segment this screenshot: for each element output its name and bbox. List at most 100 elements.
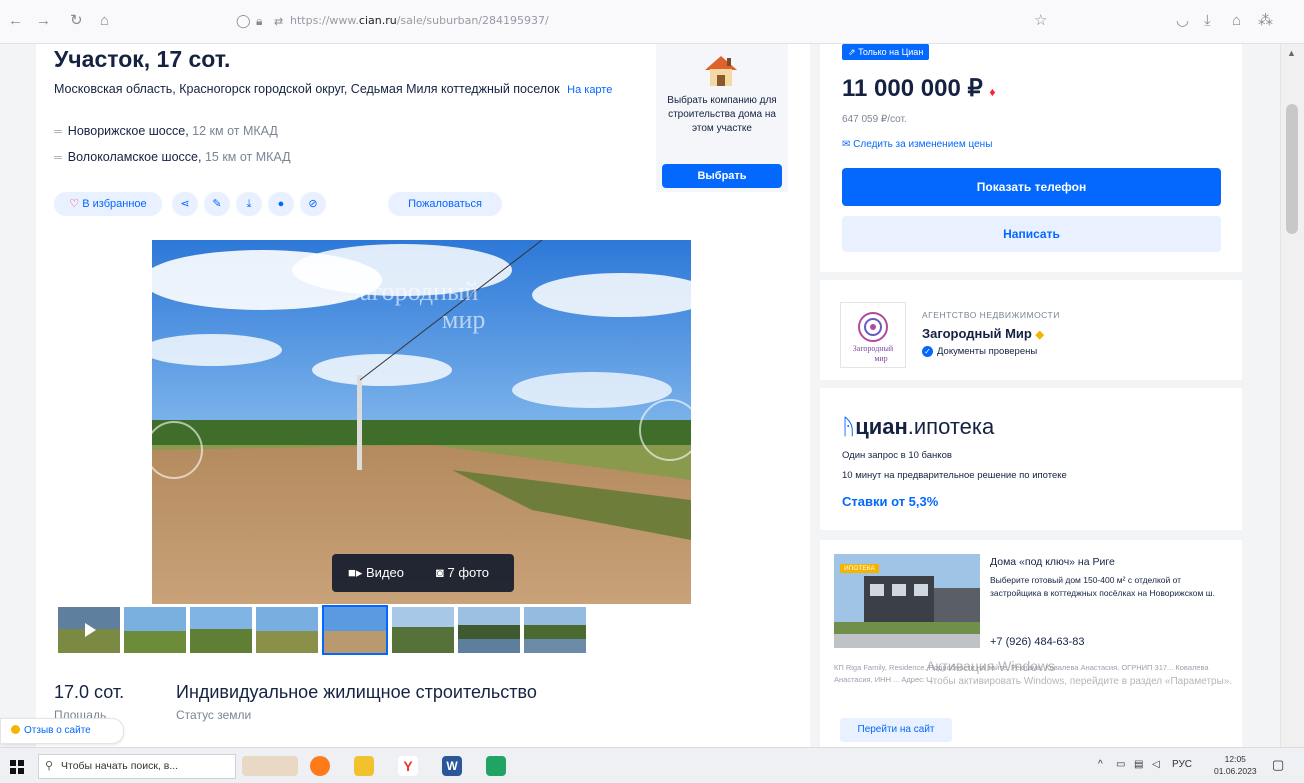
cian-person-icon: ᚤ: [842, 414, 856, 439]
sidebar: ⇗ Только на Циан 11 000 000 ₽ ♦ 647 059 …: [820, 44, 1242, 747]
thumbnail[interactable]: [256, 607, 318, 653]
excel-icon[interactable]: [486, 756, 506, 776]
share-icon: ⋖: [180, 198, 190, 210]
thumbnail-active[interactable]: [322, 605, 388, 655]
thumbnail[interactable]: [124, 607, 186, 653]
feedback-icon: [11, 725, 20, 734]
address-bar[interactable]: ◯ 🔒︎ ⇄ https://www.cian.ru/sale/suburban…: [228, 8, 1058, 36]
menu-icon[interactable]: ⁂: [1258, 12, 1273, 30]
browser-toolbar: ← → ↻ ⌂ ◯ 🔒︎ ⇄ https://www.cian.ru/sale/…: [0, 0, 1304, 44]
thumbnail[interactable]: [58, 607, 120, 653]
lock-icon[interactable]: 🔒︎: [256, 12, 262, 30]
mail-icon: ✉: [842, 139, 851, 150]
ad-card: ИПОТЕКА Дома «под ключ» на Риге Выберите…: [820, 540, 1242, 747]
agency-name[interactable]: Загородный Мир ◆: [922, 326, 1044, 341]
watch-price-link[interactable]: ✉ Следить за изменением цены: [842, 139, 992, 150]
url-text[interactable]: https://www.cian.ru/sale/suburban/284195…: [290, 14, 549, 27]
page-scrollbar[interactable]: ▲: [1280, 44, 1304, 747]
print-icon: ●: [277, 198, 285, 210]
highway-item: ═ Новорижское шоссе, 12 км от МКАД: [54, 124, 278, 138]
language-indicator[interactable]: РУС: [1172, 759, 1192, 770]
write-button[interactable]: Написать: [842, 216, 1221, 252]
map-link[interactable]: На карте: [567, 84, 612, 96]
price-down-icon[interactable]: ♦: [989, 85, 995, 99]
pencil-icon: ✎: [212, 198, 222, 210]
clock[interactable]: 12:05 01.06.2023: [1214, 753, 1257, 777]
highway-icon: ═: [54, 126, 62, 138]
media-bar: ■▸ Видео ◙ 7 фото: [332, 554, 514, 592]
agency-logo[interactable]: Загородный мир: [840, 302, 906, 368]
windows-start-icon[interactable]: [10, 760, 24, 774]
area-value: 17.0 сот.: [54, 682, 125, 702]
edit-button[interactable]: ✎: [204, 192, 230, 216]
ipoteka-card[interactable]: ᚤциан.ипотека Один запрос в 10 банков 10…: [820, 388, 1242, 530]
builder-promo: Выбрать компанию для строительства дома …: [656, 44, 788, 192]
choose-builder-button[interactable]: Выбрать: [662, 164, 782, 188]
reload-icon[interactable]: ↻: [70, 12, 83, 30]
ipoteka-line2: 10 минут на предварительное решение по и…: [842, 470, 1067, 481]
tray-volume-icon[interactable]: ◁: [1152, 759, 1160, 770]
share-button[interactable]: ⋖: [172, 192, 198, 216]
thumbnail[interactable]: [524, 607, 586, 653]
back-icon[interactable]: ←: [8, 12, 23, 30]
windows-activation-title: Активация Windows: [926, 658, 1056, 674]
search-icon: ⚲: [45, 760, 54, 772]
forward-icon[interactable]: →: [36, 12, 51, 30]
cian-only-badge: ⇗ Только на Циан: [842, 44, 930, 60]
agency-type: АГЕНТСТВО НЕДВИЖИМОСТИ: [922, 310, 1060, 320]
check-icon: ✓: [922, 346, 933, 357]
thumbnail[interactable]: [392, 607, 454, 653]
scroll-thumb[interactable]: [1286, 104, 1298, 234]
price-card: ⇗ Только на Циан 11 000 000 ₽ ♦ 647 059 …: [820, 44, 1242, 272]
go-to-site-button[interactable]: Перейти на сайт: [840, 718, 952, 742]
permissions-icon[interactable]: ⇄: [274, 13, 283, 31]
address-text: Московская область, Красногорск городско…: [54, 82, 560, 96]
home-icon[interactable]: ⌂: [100, 12, 109, 30]
svg-text:мир: мир: [874, 354, 887, 363]
thumbnail[interactable]: [458, 607, 520, 653]
video-icon: ■▸: [348, 565, 363, 580]
ipoteka-rate[interactable]: Ставки от 5,3%: [842, 494, 938, 509]
show-phone-button[interactable]: Показать телефон: [842, 168, 1221, 206]
feedback-tab[interactable]: Отзыв о сайте: [0, 718, 124, 744]
highway-icon: ═: [54, 152, 62, 164]
yandex-browser-icon[interactable]: Y: [398, 756, 418, 776]
bookmark-star-icon[interactable]: ☆: [1034, 12, 1047, 30]
download-button[interactable]: ⤓: [236, 192, 262, 216]
windows-taskbar: ⚲ Чтобы начать поиск, в... Y W ^ ▭ ▤ ◁ Р…: [0, 747, 1304, 783]
thumbnail[interactable]: [190, 607, 252, 653]
weather-widget-icon[interactable]: [242, 756, 298, 776]
ad-title[interactable]: Дома «под ключ» на Риге: [990, 556, 1115, 568]
tray-battery-icon[interactable]: ▭: [1116, 759, 1125, 770]
hide-button[interactable]: ⊘: [300, 192, 326, 216]
page-title: Участок, 17 сот.: [54, 46, 231, 72]
windows-activation-hint: Чтобы активировать Windows, перейдите в …: [926, 676, 1233, 687]
tray-network-icon[interactable]: ▤: [1134, 759, 1143, 770]
notifications-icon[interactable]: ▢: [1272, 757, 1284, 773]
shield-badge-icon: ◆: [1035, 329, 1044, 341]
eye-off-icon: ⊘: [308, 198, 318, 210]
video-button[interactable]: ■▸ Видео: [348, 565, 404, 581]
watermark-line1: Загородный: [347, 277, 478, 306]
file-explorer-icon[interactable]: [354, 756, 374, 776]
ipoteka-line1: Один запрос в 10 банков: [842, 450, 952, 461]
firefox-icon[interactable]: [310, 756, 330, 776]
complain-button[interactable]: Пожаловаться: [388, 192, 502, 216]
house-icon: [705, 56, 737, 86]
favorite-button[interactable]: ♡ В избранное: [54, 192, 162, 216]
word-icon[interactable]: W: [442, 756, 462, 776]
taskbar-search[interactable]: ⚲ Чтобы начать поиск, в...: [38, 754, 236, 779]
photos-button[interactable]: ◙ 7 фото: [436, 565, 489, 580]
shield-icon[interactable]: ◯: [236, 12, 251, 30]
downloads-icon[interactable]: ⤓: [1204, 12, 1211, 30]
builder-promo-text: Выбрать компанию для строительства дома …: [667, 95, 777, 134]
pocket-icon[interactable]: ◡: [1176, 12, 1189, 30]
extensions-icon[interactable]: ⌂: [1232, 12, 1241, 30]
main-photo[interactable]: Загородный мир: [152, 240, 691, 604]
scroll-up-icon[interactable]: ▲: [1287, 48, 1296, 58]
tray-chevron-icon[interactable]: ^: [1098, 759, 1103, 770]
camera-icon: ◙: [436, 565, 444, 580]
highway-item: ═ Волоколамское шоссе, 15 км от МКАД: [54, 150, 291, 164]
print-button[interactable]: ●: [268, 192, 294, 216]
ad-phone[interactable]: +7 (926) 484-63-83: [990, 636, 1084, 648]
